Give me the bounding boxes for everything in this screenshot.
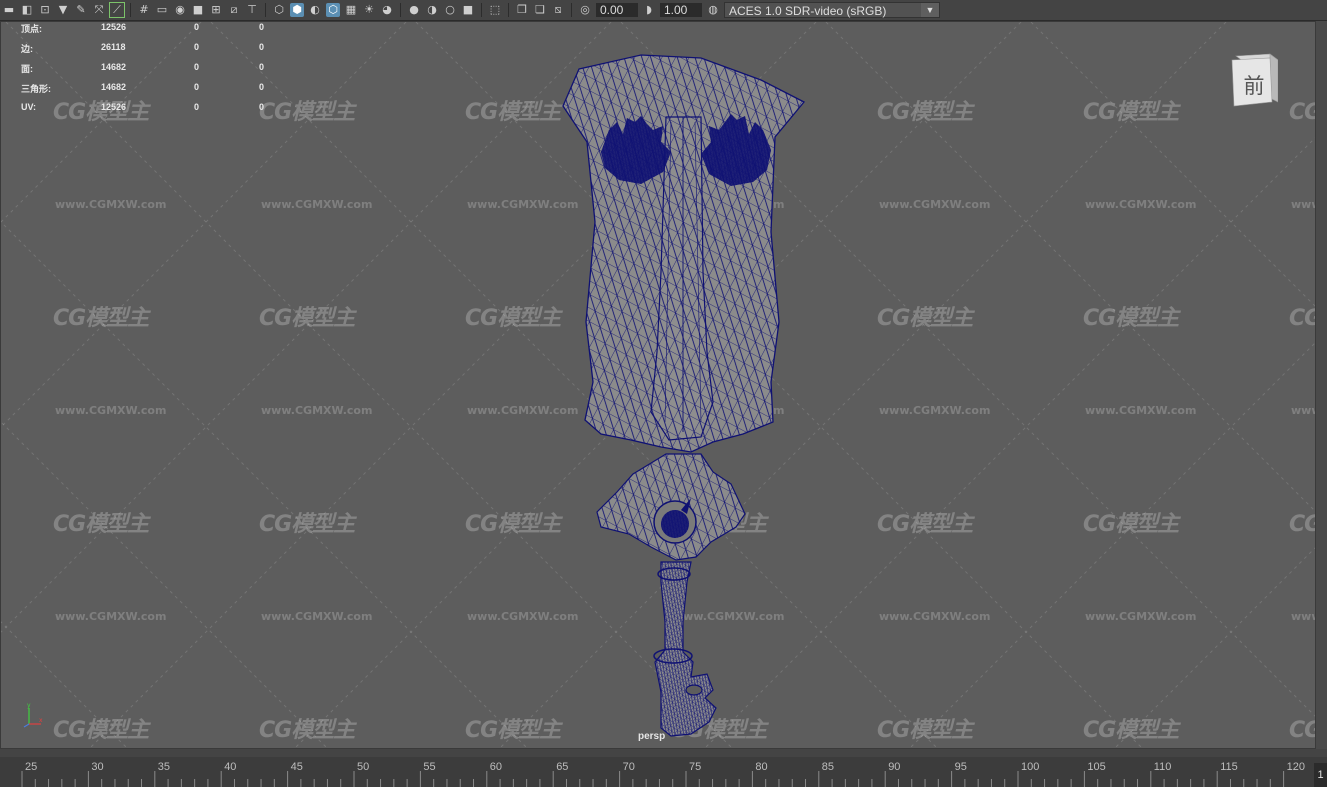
current-frame-field[interactable]: 1 [1314,763,1327,787]
2d-pan-zoom-icon[interactable]: ⤧ [92,3,106,17]
hud-value: 0 [259,22,265,32]
hud-value: 0 [194,42,200,52]
field-chart-icon[interactable]: ⊞ [209,3,223,17]
textured-icon[interactable]: ▦ [344,3,358,17]
hud-value: 12526 [101,102,127,112]
xray-joints-icon[interactable]: ⧅ [551,3,565,17]
default-material-icon[interactable]: ◐ [308,3,322,17]
perspective-viewport[interactable]: CG模型主 CG模型主 CG模型主 CG模型主 www.CGMXW.com www.CGM… [0,21,1316,749]
toolbar-divider [400,3,401,17]
ruler-tick-label: 30 [91,761,103,773]
gamma-icon[interactable]: ◗ [642,3,656,17]
ruler-tick-label: 40 [224,761,236,773]
toolbar-divider [508,3,509,17]
smooth-shade-icon[interactable]: ⬢ [290,3,304,17]
lights-icon[interactable]: ☀ [362,3,376,17]
safe-title-icon[interactable]: ⊤ [245,3,259,17]
exposure-field[interactable]: 0.00 [596,3,638,17]
camera-name-label: persp [638,731,666,742]
ruler-tick-label: 120 [1287,761,1305,773]
toolbar-divider [571,3,572,17]
wireframe-icon[interactable]: ⬡ [272,3,286,17]
ruler-tick-label: 100 [1021,761,1039,773]
gamma-field[interactable]: 1.00 [660,3,702,17]
timeline-divider [0,749,1327,757]
time-slider[interactable]: 25 30 35 40 45 50 55 60 65 70 75 80 85 90 95 100 105 110 1… [0,757,1327,787]
safe-action-icon[interactable]: ⧄ [227,3,241,17]
ruler-tick-label: 85 [822,761,834,773]
ruler-tick-label: 25 [25,761,37,773]
resolution-gate-icon[interactable]: ◉ [173,3,187,17]
ruler-tick-label: 95 [955,761,967,773]
hud-value: 0 [259,102,265,112]
viewport-side-scrollbar[interactable] [1316,21,1327,749]
hud-value: 14682 [101,82,127,92]
toolbar-divider [265,3,266,17]
ruler-tick-label: 45 [291,761,303,773]
hud-label: 面: [21,64,33,74]
color-management-select[interactable]: ACES 1.0 SDR-video (sRGB) ▼ [724,2,940,18]
film-gate-icon[interactable]: ▭ [155,3,169,17]
hud-value: 12526 [101,22,127,32]
hud-value: 0 [194,102,200,112]
axis-gizmo: y x [23,702,43,728]
hud-value: 14682 [101,62,127,72]
depth-of-field-icon[interactable]: ■ [461,3,475,17]
hud-value: 0 [194,82,200,92]
ruler-tick-label: 55 [423,761,435,773]
ruler-tick-label: 35 [158,761,170,773]
xray-active-icon[interactable]: ❏ [533,3,547,17]
viewport-toolbar: ▬ ◧ ⊡ ▼ ✎ ⤧ ⟋ # ▭ ◉ ■ ⊞ ⧄ ⊤ ⬡ ⬢ ◐ ⬡ ▦ ☀ … [0,0,1327,21]
ruler-tick-label: 80 [755,761,767,773]
ruler-tick-label: 70 [623,761,635,773]
ruler-tick-label: 105 [1087,761,1105,773]
hud-value: 26118 [101,42,126,52]
multisample-aa-icon[interactable]: ○ [443,3,457,17]
color-management-icon[interactable]: ◍ [706,3,720,17]
toolbar-divider [130,3,131,17]
grease-pencil-icon[interactable]: ✎ [74,3,88,17]
svg-text:x: x [39,717,43,724]
hud-label: 三角形: [21,84,51,94]
chevron-down-icon[interactable]: ▼ [921,3,939,17]
ruler-tick-label: 90 [888,761,900,773]
screen-space-ao-icon[interactable]: ● [407,3,421,17]
camera-select-icon[interactable]: ▬ [2,3,16,17]
ruler-tick-label: 75 [689,761,701,773]
hud-value: 0 [259,42,265,52]
color-management-value: ACES 1.0 SDR-video (sRGB) [729,4,887,18]
ruler-tick-label: 65 [556,761,568,773]
grease-pencil-active-icon[interactable]: ⟋ [109,2,125,18]
exposure-icon[interactable]: ◎ [578,3,592,17]
sword-wireframe-model[interactable] [1,22,1316,749]
hud-value: 0 [194,22,200,32]
time-ruler[interactable]: 25 30 35 40 45 50 55 60 65 70 75 80 85 90 95 100 105 110 1… [0,757,1312,787]
sword-blade [562,54,806,453]
ruler-tick-label: 60 [490,761,502,773]
gate-mask-icon[interactable]: ■ [191,3,205,17]
hud-label: 边: [21,44,33,54]
bookmark-icon[interactable]: ⊡ [38,3,52,17]
isolate-select-icon[interactable]: ⬚ [488,3,502,17]
motion-blur-icon[interactable]: ◑ [425,3,439,17]
sword-guard [596,453,746,561]
hud-label: UV: [21,102,37,112]
wireframe-on-shaded-icon[interactable]: ⬡ [326,3,340,17]
hud-value: 0 [259,82,265,92]
hud-value: 0 [259,62,265,72]
ruler-tick-label: 110 [1154,761,1172,773]
svg-text:y: y [27,702,31,709]
camera-attributes-icon[interactable]: ◧ [20,3,34,17]
ruler-tick-label: 50 [357,761,369,773]
grid-icon[interactable]: # [137,3,151,17]
sword-handle [653,561,717,737]
image-plane-icon[interactable]: ▼ [56,3,70,17]
ruler-tick-label: 115 [1220,761,1238,773]
hud-value: 0 [194,62,200,72]
xray-icon[interactable]: ❐ [515,3,529,17]
hud-label: 顶点: [21,24,42,34]
toolbar-divider [481,3,482,17]
shadows-icon[interactable]: ◕ [380,3,394,17]
view-cube-face-label[interactable]: 前 [1234,70,1274,100]
